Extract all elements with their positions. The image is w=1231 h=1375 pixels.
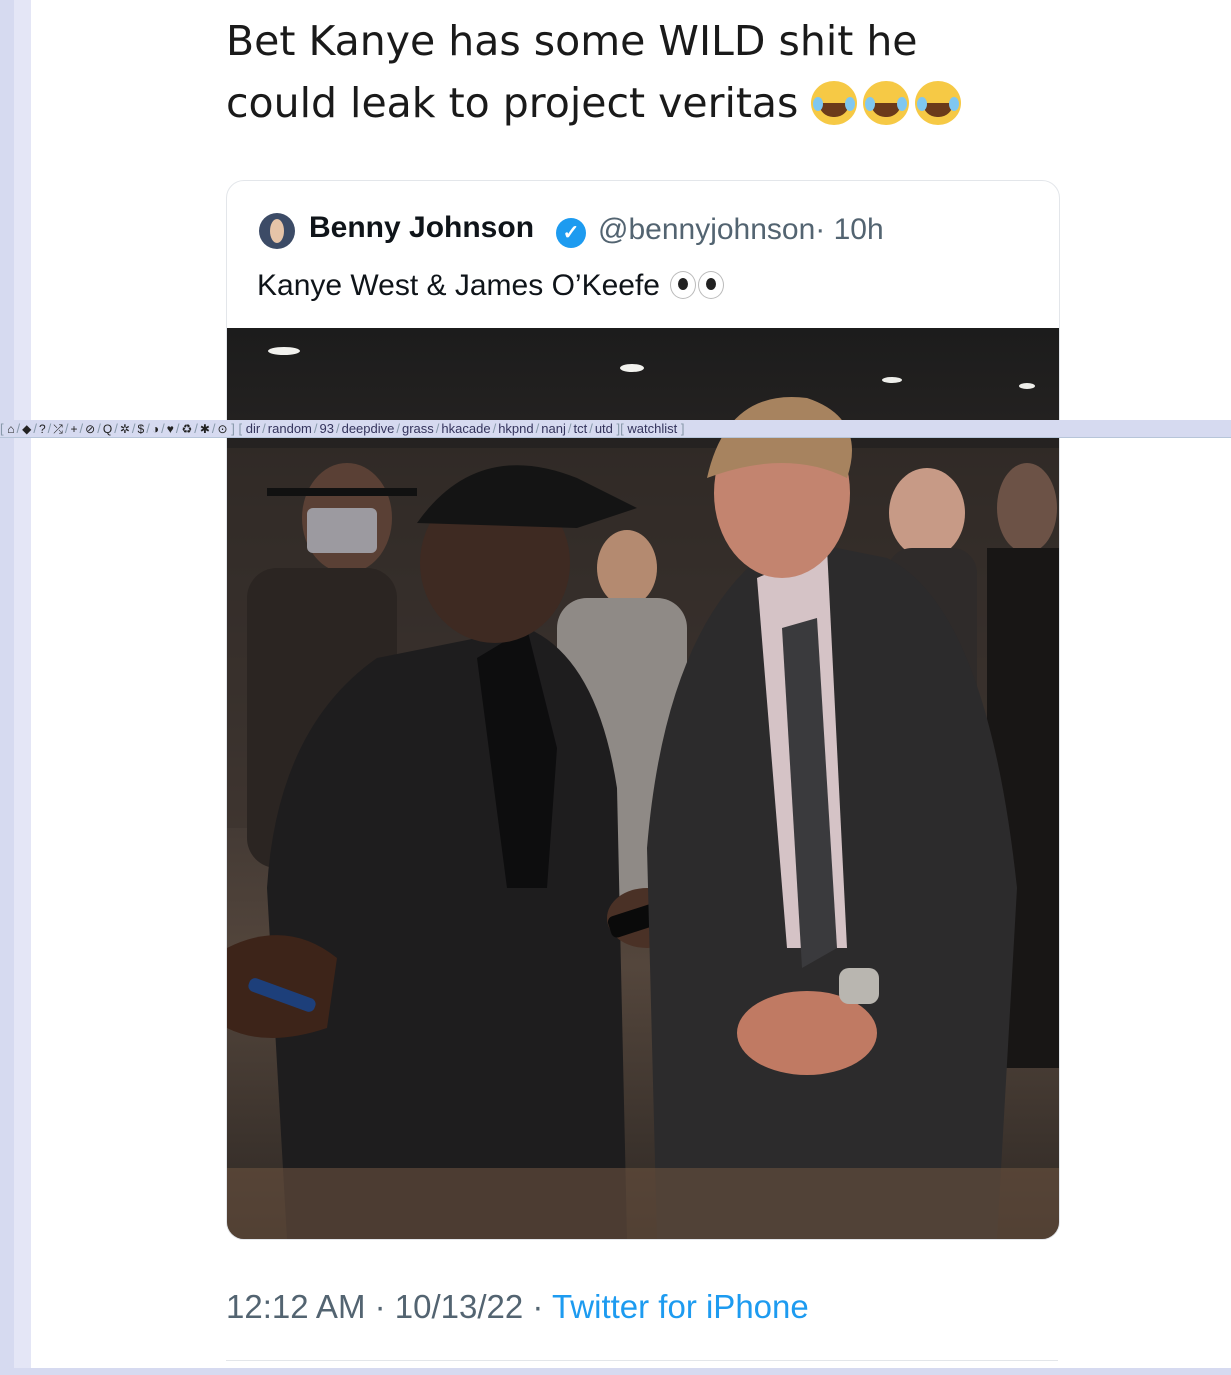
navbar-separator: / [47,421,52,436]
laughing-emoji-icon [915,81,962,125]
navbar-separator: / [567,421,572,436]
help-icon[interactable]: ? [39,421,46,437]
navbar-separator: / [79,421,84,436]
tweet-timestamp[interactable]: 12:12 AM · 10/13/22 · [226,1288,543,1325]
navbar-separator: / [146,421,150,436]
nav-link-dir[interactable]: dir [246,421,260,436]
floor [227,1168,1059,1239]
twitter-icon[interactable]: ♥ [167,421,174,437]
eyes-emoji-icon [698,271,725,299]
theme-icon[interactable]: ◑ [152,421,159,437]
left-border-strip [0,0,14,1375]
navbar-separator: / [535,421,540,436]
plus-icon[interactable]: + [71,421,78,437]
ceiling-light [620,364,644,372]
phone-on-gimbal [307,508,377,553]
nav-link-watchlist[interactable]: watchlist [627,421,677,436]
block-icon[interactable]: ⊘ [85,421,95,437]
navbar-separator: / [396,421,400,436]
bystander-head [597,530,657,606]
footer-divider [226,1360,1058,1361]
nav-link-random[interactable]: random [268,421,312,436]
meme-caption: Bet Kanye has some WILD shit he could le… [226,10,1046,134]
tweet-handle-and-age[interactable]: @bennyjohnson· 10h [598,213,884,247]
nav-link-tct[interactable]: tct [573,421,587,436]
avatar[interactable] [259,213,295,249]
laughing-emoji-icon [811,81,858,125]
nav-link-93[interactable]: 93 [320,421,334,436]
ceiling-light [268,347,300,355]
bottom-border [0,1368,1231,1375]
navbar-separator: / [194,421,198,436]
navbar-close-bracket: ] [680,421,685,436]
wristwatch-icon [839,968,879,1004]
verified-badge-icon: ✓ [556,218,586,248]
navbar-separator: / [175,421,180,436]
ceiling-light [1019,383,1035,389]
navbar-open-bracket: [ [0,421,4,436]
home-icon[interactable]: ⌂ [7,421,14,437]
tweet-source-link[interactable]: Twitter for iPhone [552,1288,809,1325]
tweet-text-body: Kanye West & James O’Keefe [257,269,660,302]
ceiling-light [882,377,902,383]
laughing-emoji-icon [863,81,910,125]
nav-link-deepdive[interactable]: deepdive [342,421,395,436]
navbar-open-bracket: [ [238,421,243,436]
tweet-text: Kanye West & James O’Keefe [257,269,725,303]
navbar-close-bracket: ] [231,421,235,436]
eyes-emoji-icon [670,271,697,299]
tweet-metadata: 12:12 AM · 10/13/22 · Twitter for iPhone [226,1288,809,1326]
navbar-separator: / [97,421,101,436]
shuffle-icon[interactable]: ⤮ [53,421,63,437]
nav-link-hkpnd[interactable]: hkpnd [498,421,533,436]
recycle-icon[interactable]: ♻ [181,421,192,437]
nav-link-nanj[interactable]: nanj [541,421,566,436]
navbar-separator: / [211,421,216,436]
photo-illustration [227,347,1059,1239]
caption-line-1: Bet Kanye has some WILD shit he [226,17,918,65]
bystander-head [997,463,1057,553]
navbar-separator: / [435,421,440,436]
navbar-separator: / [161,421,165,436]
caption-line-2-text: could leak to project veritas [226,79,799,127]
board-navbar: [ ⌂ / ◆ /? / ⤮ / + / ⊘ / Q / ✲ / $ / ◑ / ♥ / ♻ / ✱ / ⊙ ] [ dir / ra… [0,420,1231,438]
person-left-coat [267,628,627,1239]
embedded-tweet-card[interactable]: Benny Johnson ✓ @bennyjohnson· 10h Kanye… [226,180,1060,1240]
tag-icon[interactable]: ◆ [22,421,31,437]
caption-line-2: could leak to project veritas [226,72,1046,134]
nav-link-grass[interactable]: grass [402,421,434,436]
check-icon[interactable]: ⊙ [218,421,228,437]
navbar-separator: / [33,421,37,436]
navbar-separator: / [262,421,266,436]
nav-link-utd[interactable]: utd [595,421,613,436]
gimbal-bar [267,488,417,496]
gear-icon[interactable]: ✲ [120,421,130,437]
tweet-author-name[interactable]: Benny Johnson [309,211,534,245]
navbar-separator: / [589,421,593,436]
navbar-separator: / [313,421,318,436]
bystander-head [889,468,965,558]
navbar-separator: / [131,421,136,436]
navbar-open-bracket: [ [620,421,624,436]
navbar-separator: / [16,421,21,436]
tweet-handle[interactable]: @bennyjohnson [598,213,815,246]
search-icon[interactable]: Q [103,421,112,437]
dollar-icon[interactable]: $ [138,421,145,437]
bug-icon[interactable]: ✱ [200,421,210,437]
tweet-photo[interactable] [227,328,1059,1239]
navbar-separator: / [335,421,340,436]
foreground-hand [227,935,337,1038]
navbar-separator: / [114,421,118,436]
left-margin [14,0,31,1375]
nav-link-hkacade[interactable]: hkacade [441,421,490,436]
tweet-age: · 10h [815,213,884,246]
navbar-separator: / [492,421,497,436]
navbar-separator: / [64,421,69,436]
